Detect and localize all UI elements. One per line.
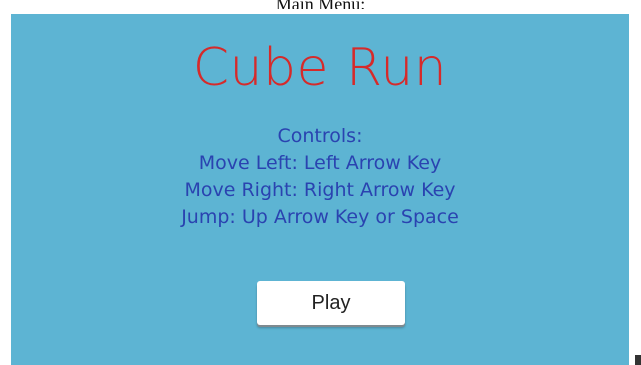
main-menu-screen: Cube Run Controls: Move Left: Left Arrow… [11,14,629,365]
controls-panel: Controls: Move Left: Left Arrow Key Move… [11,123,629,231]
control-line-move-right: Move Right: Right Arrow Key [184,179,456,201]
corner-mark [635,355,641,365]
controls-heading: Controls: [277,125,363,147]
play-button[interactable]: Play [257,281,405,325]
figure-caption: Main Menu: [0,0,641,9]
control-line-move-left: Move Left: Left Arrow Key [198,152,442,174]
game-title: Cube Run [192,38,448,98]
control-line-jump: Jump: Up Arrow Key or Space [181,206,459,228]
